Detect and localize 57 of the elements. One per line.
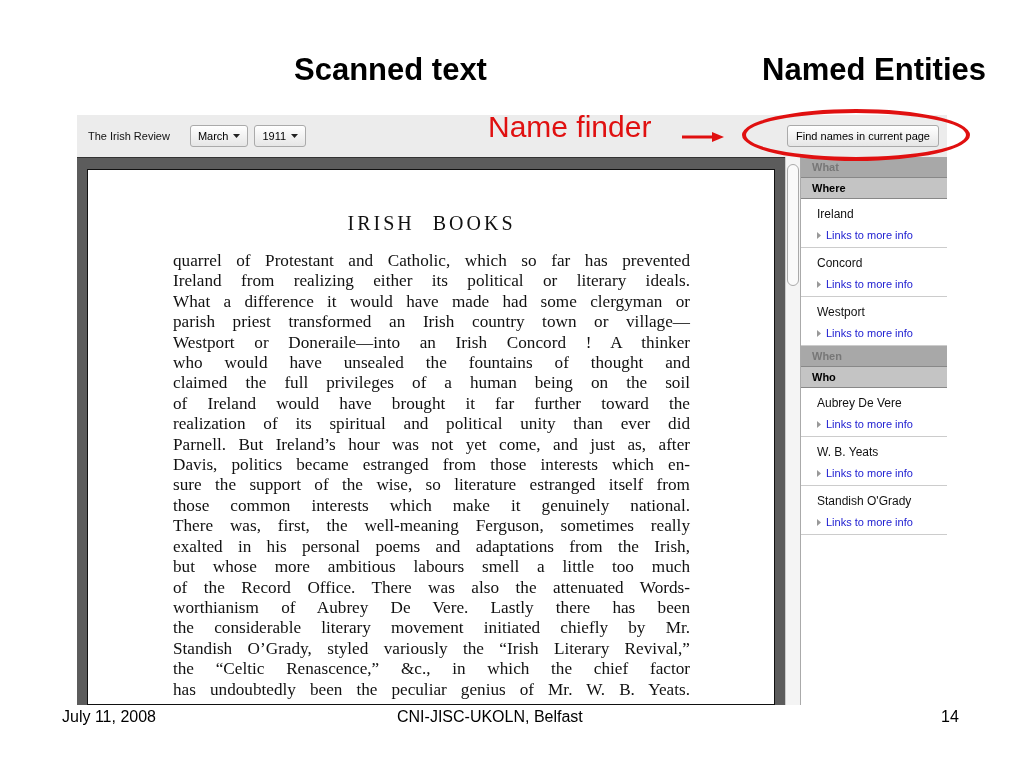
disclosure-triangle-icon bbox=[817, 231, 821, 239]
text-line: of the Record Office. There was also the attenuated Words- bbox=[173, 577, 690, 598]
more-info-link[interactable]: Links to more info bbox=[826, 516, 913, 528]
journal-title: The Irish Review bbox=[88, 130, 170, 142]
text-line: sure the support of the wise, so literature estranged itself from bbox=[173, 475, 690, 496]
entity-name: Westport bbox=[817, 305, 865, 319]
disclosure-triangle-icon bbox=[817, 469, 821, 477]
text-line: worthianism of Aubrey De Vere. Lastly there has been bbox=[173, 597, 690, 619]
footer-date: July 11, 2008 bbox=[62, 708, 156, 726]
text-line: but whose more ambitious labours smell a little too much bbox=[173, 557, 690, 578]
text-line: parish priest transformed an Irish country town or village— bbox=[173, 312, 690, 333]
caret-icon bbox=[291, 134, 299, 138]
slide-heading: Named Entities bbox=[762, 52, 986, 89]
disclosure-triangle-icon bbox=[817, 280, 821, 288]
more-info-link[interactable]: Links to more info bbox=[826, 229, 913, 241]
text-line: Westport or Doneraile—into an Irish Concord ! A thinker bbox=[173, 332, 690, 354]
text-line: quarrel of Protestant and Catholic, which so far has prevented bbox=[173, 251, 690, 272]
disclosure-triangle-icon bbox=[817, 329, 821, 337]
text-line: realization of its spiritual and political unity than ever did bbox=[173, 414, 690, 435]
dropdown-button[interactable]: March bbox=[189, 125, 249, 147]
text-line: has undoubtedly been the peculiar genius of Mr. W. B. Yeats. bbox=[173, 679, 690, 700]
arrow-icon bbox=[682, 131, 724, 143]
caret-icon bbox=[233, 134, 241, 138]
text-line: those common interests which make it genuinely national. bbox=[173, 495, 690, 517]
slide-number: 14 bbox=[941, 708, 959, 726]
page-title: IRISH BOOKS bbox=[346, 212, 517, 235]
text-line: who would have unsealed the fountains of thought and bbox=[173, 353, 690, 374]
slide-heading: Scanned text bbox=[294, 52, 487, 89]
entity-name: Concord bbox=[817, 256, 863, 270]
text-line: the considerable literary movement initiated chiefly by Mr. bbox=[173, 618, 690, 639]
text-line: Davis, politics became estranged from those interests which en- bbox=[173, 455, 690, 476]
section-header[interactable]: Who bbox=[801, 367, 947, 388]
text-line: Ireland from realizing either its political or literary ideals. bbox=[173, 271, 690, 292]
more-info-link[interactable]: Links to more info bbox=[826, 418, 913, 430]
text-line: the “Celtic Renascence,” &c., in which the chief factor bbox=[173, 659, 690, 680]
text-line: There was, first, the well-meaning Ferguson, sometimes really bbox=[173, 516, 690, 537]
entity-name: Standish O'Grady bbox=[817, 494, 912, 508]
text-line: Standish O’Grady, styled variously the “Irish Literary Revival,” bbox=[173, 638, 690, 660]
dropdown-button[interactable]: 1911 bbox=[254, 125, 307, 147]
entity-name: Aubrey De Vere bbox=[817, 396, 902, 410]
disclosure-triangle-icon bbox=[817, 420, 821, 428]
annotation-label: Name finder bbox=[488, 110, 652, 144]
disclosure-triangle-icon bbox=[817, 518, 821, 526]
section-header[interactable]: Where bbox=[801, 178, 947, 199]
more-info-link[interactable]: Links to more info bbox=[826, 467, 913, 479]
entity-name: W. B. Yeats bbox=[817, 445, 879, 459]
text-line: exalted in his personal poems and adaptations from the Irish, bbox=[173, 536, 690, 558]
scrollbar-thumb[interactable] bbox=[787, 164, 799, 286]
text-line: What a difference it would have made had some clergyman or bbox=[173, 291, 690, 313]
entity-name: Ireland bbox=[817, 207, 854, 221]
text-line: claimed the full privileges of a human being on the soil bbox=[173, 373, 690, 394]
footer-venue: CNI-JISC-UKOLN, Belfast bbox=[397, 708, 583, 726]
text-line: of Ireland would have brought it far further toward the bbox=[173, 393, 690, 415]
more-info-link[interactable]: Links to more info bbox=[826, 278, 913, 290]
find-names-button[interactable]: Find names in current page bbox=[787, 125, 939, 147]
more-info-link[interactable]: Links to more info bbox=[826, 327, 913, 339]
text-line: Parnell. But Ireland’s hour was not yet come, and just as, after bbox=[173, 434, 690, 456]
